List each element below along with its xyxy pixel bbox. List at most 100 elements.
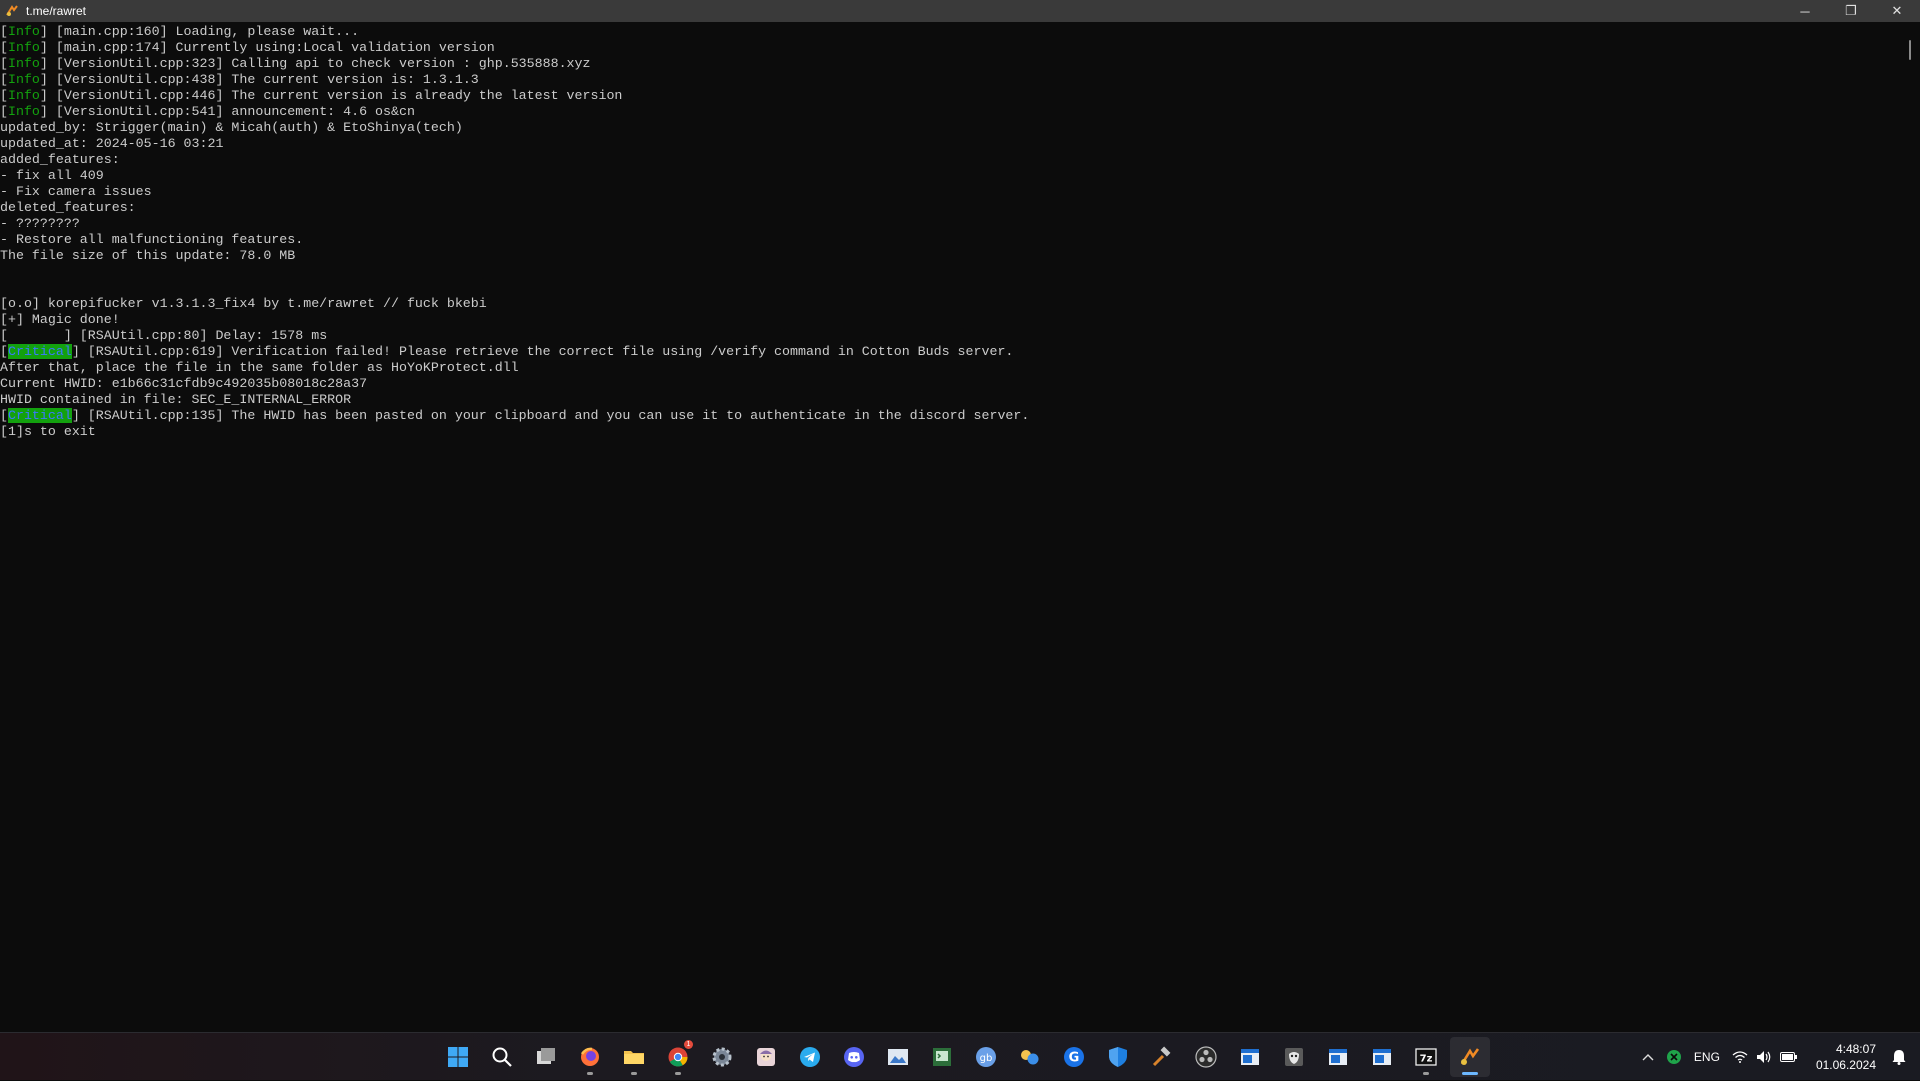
taskbar-window-app-3-button[interactable] — [1362, 1037, 1402, 1077]
gb-icon: gb — [974, 1045, 998, 1069]
shield-icon — [1106, 1045, 1130, 1069]
search-icon — [490, 1045, 514, 1069]
running-indicator — [587, 1072, 593, 1075]
taskbar-telegram-button[interactable] — [790, 1037, 830, 1077]
close-button[interactable]: ✕ — [1874, 0, 1920, 22]
running-indicator — [675, 1072, 681, 1075]
console-app-icon — [1458, 1045, 1482, 1069]
folder-icon — [622, 1045, 646, 1069]
taskbar-hacker-app-button[interactable] — [1274, 1037, 1314, 1077]
taskbar-settings-button[interactable] — [702, 1037, 742, 1077]
log-level-info: Info — [7, 40, 40, 55]
console-line-text: - fix all 409 — [0, 168, 104, 183]
console-line-text: [RSAUtil.cpp:135] The HWID has been past… — [79, 408, 1030, 423]
console-line-text: - Fix camera issues — [0, 184, 152, 199]
taskbar-current-console-button[interactable] — [1450, 1037, 1490, 1077]
green-app-icon — [1666, 1050, 1681, 1064]
battery-icon — [1779, 1052, 1797, 1062]
taskbar-cloud-app-button[interactable] — [1010, 1037, 1050, 1077]
hammer-icon — [1150, 1045, 1174, 1069]
bell-icon — [1892, 1050, 1906, 1065]
scrollbar[interactable] — [1909, 30, 1912, 1030]
clock[interactable]: 4:48:07 01.06.2024 — [1804, 1041, 1886, 1073]
console-line: [Info] [VersionUtil.cpp:541] announcemen… — [0, 104, 415, 119]
console-line-text: [RSAUtil.cpp:80] Delay: 1578 ms — [71, 328, 328, 343]
taskbar-discord-button[interactable] — [834, 1037, 874, 1077]
maximize-button[interactable]: ❐ — [1828, 0, 1874, 22]
taskbar-file-explorer-button[interactable] — [614, 1037, 654, 1077]
taskbar-gb-app-button[interactable]: gb — [966, 1037, 1006, 1077]
telegram-icon — [798, 1045, 822, 1069]
notification-badge: 1 — [684, 1040, 693, 1049]
svg-text:G: G — [1069, 1051, 1080, 1066]
taskbar-firefox-button[interactable] — [570, 1037, 610, 1077]
console-line: - fix all 409 — [0, 168, 1900, 184]
console-line: [Info] [VersionUtil.cpp:323] Calling api… — [0, 56, 591, 71]
console-line-text: deleted_features: — [0, 200, 136, 215]
tray-overflow-button[interactable] — [1636, 1041, 1660, 1073]
console-line-text: [main.cpp:174] Currently using:Local val… — [47, 40, 495, 55]
taskbar-window-app-1-button[interactable] — [1230, 1037, 1270, 1077]
taskbar-task-view-button[interactable] — [526, 1037, 566, 1077]
obs-icon — [1194, 1045, 1218, 1069]
taskbar-7zip-button[interactable]: 7z7z — [1406, 1037, 1446, 1077]
console-window: t.me/rawret ─ ❐ ✕ [Info] [main.cpp:160] … — [0, 0, 1920, 1032]
firefox-icon — [578, 1045, 602, 1069]
console-line: deleted_features: — [0, 200, 1900, 216]
console-line: [Critical] [RSAUtil.cpp:619] Verificatio… — [0, 344, 1014, 359]
console-line: Current HWID: e1b66c31cfdb9c492035b08018… — [0, 376, 1900, 392]
taskbar-obs-button[interactable] — [1186, 1037, 1226, 1077]
console-line: [o.o] korepifucker v1.3.1.3_fix4 by t.me… — [0, 296, 1900, 312]
console-line: - Restore all malfunctioning features. — [0, 232, 1900, 248]
window-title: t.me/rawret — [26, 4, 87, 18]
taskbar-window-app-2-button[interactable] — [1318, 1037, 1358, 1077]
network-volume-battery[interactable] — [1726, 1041, 1804, 1073]
console-line-text: The file size of this update: 78.0 MB — [0, 248, 296, 263]
console-app-icon — [4, 3, 20, 19]
taskbar-chrome-button[interactable]: 1 — [658, 1037, 698, 1077]
console-line-text: [VersionUtil.cpp:323] Calling api to che… — [47, 56, 591, 71]
7z-icon: 7z — [1414, 1045, 1438, 1069]
console-line-text: Current HWID: e1b66c31cfdb9c492035b08018… — [0, 376, 368, 391]
scrollbar-thumb[interactable] — [1909, 40, 1911, 60]
taskbar-apps: 1 gb G 7z7z — [436, 1033, 1492, 1081]
log-level-info: Info — [7, 88, 40, 103]
console-line: [Info] [main.cpp:160] Loading, please wa… — [0, 24, 360, 39]
taskbar-start-menu-button[interactable] — [438, 1037, 478, 1077]
console-line-text: [main.cpp:160] Loading, please wait... — [47, 24, 360, 39]
notification-button[interactable] — [1886, 1041, 1920, 1073]
svg-text:gb: gb — [980, 1053, 993, 1064]
taskbar-photo-viewer-button[interactable] — [878, 1037, 918, 1077]
console-line: [ ] [RSAUtil.cpp:80] Delay: 1578 ms — [0, 328, 328, 343]
log-level-info: Info — [7, 24, 40, 39]
console-output[interactable]: [Info] [main.cpp:160] Loading, please wa… — [0, 24, 1900, 1030]
console-line: HWID contained in file: SEC_E_INTERNAL_E… — [0, 392, 1900, 408]
g-letter-icon: G — [1062, 1045, 1086, 1069]
taskbar-tool-app-button[interactable] — [1142, 1037, 1182, 1077]
console-line: [+] Magic done! — [0, 312, 1900, 328]
gear-icon — [710, 1045, 734, 1069]
console-line-text: [o.o] korepifucker v1.3.1.3_fix4 by t.me… — [0, 296, 487, 311]
console-line-text: After that, place the file in the same f… — [0, 360, 519, 375]
taskbar-search-button[interactable] — [482, 1037, 522, 1077]
taskbar-g-app-button[interactable]: G — [1054, 1037, 1094, 1077]
language-indicator[interactable]: ENG — [1688, 1041, 1726, 1073]
window-icon — [1326, 1045, 1350, 1069]
console-line-text: [RSAUtil.cpp:619] Verification failed! P… — [79, 344, 1014, 359]
console-line: - Fix camera issues — [0, 184, 1900, 200]
title-bar[interactable]: t.me/rawret ─ ❐ ✕ — [0, 0, 1920, 22]
taskbar: 1 gb G 7z7z ENG — [0, 1032, 1920, 1080]
console-line: [Info] [VersionUtil.cpp:438] The current… — [0, 72, 479, 87]
chevron-up-icon — [1642, 1054, 1654, 1061]
taskbar-security-button[interactable] — [1098, 1037, 1138, 1077]
running-indicator — [1423, 1072, 1429, 1075]
taskbar-anime-app-button[interactable] — [746, 1037, 786, 1077]
tray-app-icon[interactable] — [1660, 1041, 1688, 1073]
taskbar-terminal-app-button[interactable] — [922, 1037, 962, 1077]
console-line-text: [VersionUtil.cpp:541] announcement: 4.6 … — [47, 104, 415, 119]
minimize-button[interactable]: ─ — [1782, 0, 1828, 22]
console-line-text: - Restore all malfunctioning features. — [0, 232, 304, 247]
image-icon — [886, 1045, 910, 1069]
console-line-text: [VersionUtil.cpp:446] The current versio… — [47, 88, 623, 103]
